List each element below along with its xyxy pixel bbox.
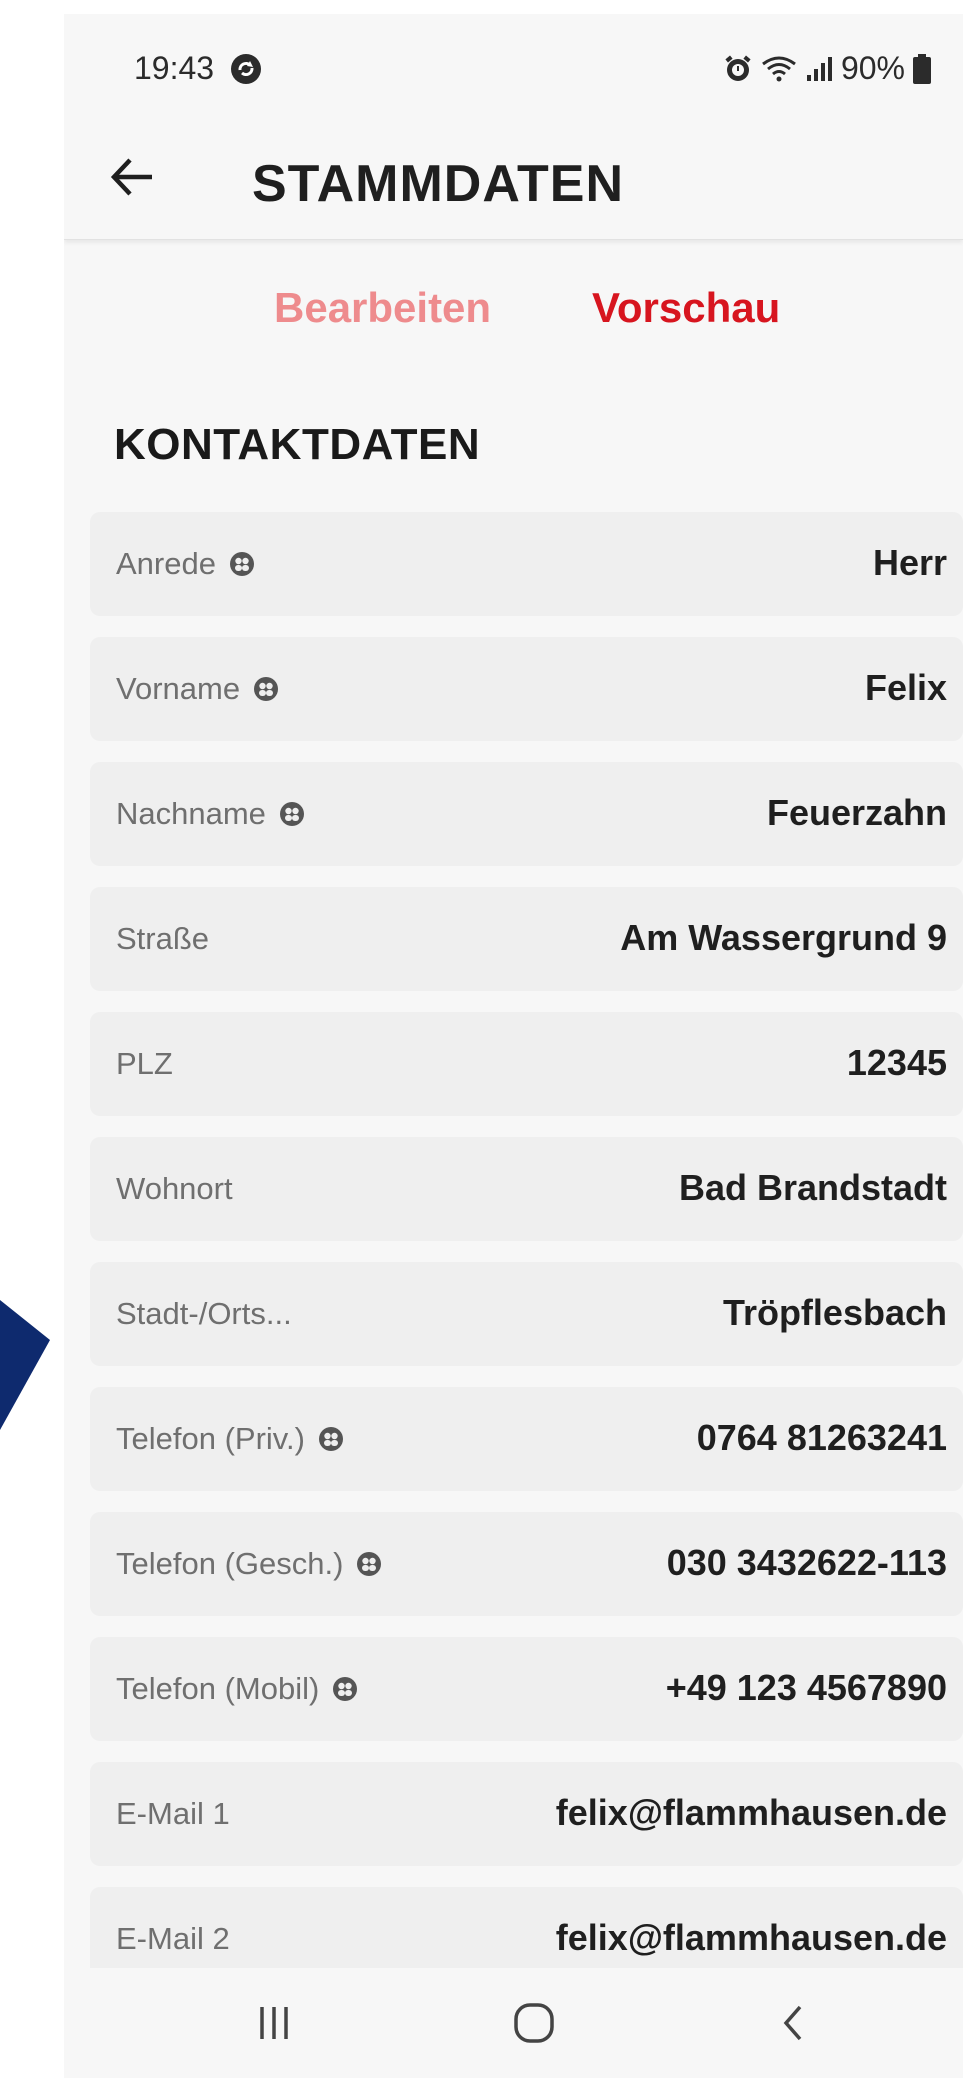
recent-apps-button[interactable] (234, 1988, 314, 2058)
row-email-1: E-Mail 1 felix@flammhausen.de (90, 1762, 963, 1866)
row-plz: PLZ 12345 (90, 1012, 963, 1116)
system-back-button[interactable] (754, 1988, 834, 2058)
row-label: Stadt-/Orts... (116, 1296, 292, 1331)
phone-screen: 19:43 90% STAMMDATEN Bearbeiten Vorschau… (64, 14, 963, 2078)
tab-vorschau[interactable]: Vorschau (592, 284, 780, 332)
battery-percentage: 90% (840, 50, 905, 86)
app-bar: STAMMDATEN (64, 124, 963, 240)
row-wohnort: Wohnort Bad Brandstadt (90, 1137, 963, 1241)
recent-apps-icon (260, 2007, 288, 2039)
privacy-icon (318, 1427, 343, 1451)
row-nachname: Nachname Feuerzahn (90, 762, 963, 866)
row-label: E-Mail 2 (116, 1921, 230, 1956)
row-value: 12345 (846, 1042, 947, 1083)
row-label: Wohnort (116, 1171, 233, 1206)
status-time: 19:43 (134, 50, 215, 86)
row-value: 030 3432622-113 (666, 1542, 947, 1583)
row-label: PLZ (116, 1046, 173, 1081)
row-value: Bad Brandstadt (678, 1167, 947, 1208)
home-button[interactable] (494, 1988, 574, 2058)
wifi-icon (762, 56, 796, 81)
privacy-icon (333, 1677, 358, 1701)
row-value: Feuerzahn (766, 792, 947, 833)
mode-tabs: Bearbeiten Vorschau (64, 284, 963, 344)
row-label: Anrede (116, 546, 216, 581)
row-value: Felix (864, 667, 947, 708)
privacy-icon (254, 677, 279, 701)
row-label: Vorname (116, 671, 241, 706)
row-value: +49 123 4567890 (665, 1667, 947, 1708)
row-value: Am Wassergrund 9 (620, 917, 947, 958)
left-decorative-strip (0, 0, 64, 2078)
blue-decorative-shape (0, 1300, 50, 1430)
row-telefon-geschaeftlich: Telefon (Gesch.) 030 3432622-113 (90, 1512, 963, 1616)
row-label: Telefon (Priv.) (116, 1421, 305, 1456)
row-label: E-Mail 1 (116, 1796, 230, 1831)
tab-bearbeiten[interactable]: Bearbeiten (274, 284, 491, 332)
section-title: KONTAKTDATEN (114, 420, 481, 469)
row-label: Nachname (116, 796, 266, 831)
row-value: felix@flammhausen.de (555, 1917, 947, 1958)
row-vorname: Vorname Felix (90, 637, 963, 741)
alarm-icon (725, 55, 751, 81)
row-label: Telefon (Mobil) (116, 1671, 320, 1706)
row-strasse: Straße Am Wassergrund 9 (90, 887, 963, 991)
row-value: felix@flammhausen.de (555, 1792, 947, 1833)
back-arrow-icon[interactable] (108, 152, 158, 202)
system-navigation-bar (64, 1968, 963, 2078)
privacy-icon (279, 802, 304, 826)
sync-icon (231, 54, 261, 84)
home-icon (514, 2003, 554, 2043)
battery-icon (913, 53, 931, 84)
privacy-icon (229, 552, 254, 576)
row-value: 0764 81263241 (696, 1417, 947, 1458)
row-anrede: Anrede Herr (90, 512, 963, 616)
privacy-icon (357, 1552, 382, 1576)
page-title: STAMMDATEN (252, 155, 625, 213)
row-telefon-privat: Telefon (Priv.) 0764 81263241 (90, 1387, 963, 1491)
signal-icon (806, 56, 832, 81)
row-label: Straße (116, 921, 210, 956)
status-indicators: 90% (723, 50, 931, 87)
row-ortsteil: Stadt-/Orts... Tröpflesbach (90, 1262, 963, 1366)
chevron-left-icon (783, 2005, 802, 2041)
row-label: Telefon (Gesch.) (116, 1546, 344, 1581)
row-telefon-mobil: Telefon (Mobil) +49 123 4567890 (90, 1637, 963, 1741)
row-value: Herr (872, 542, 947, 583)
row-value: Tröpflesbach (722, 1292, 947, 1333)
status-bar: 19:43 90% (64, 14, 963, 124)
